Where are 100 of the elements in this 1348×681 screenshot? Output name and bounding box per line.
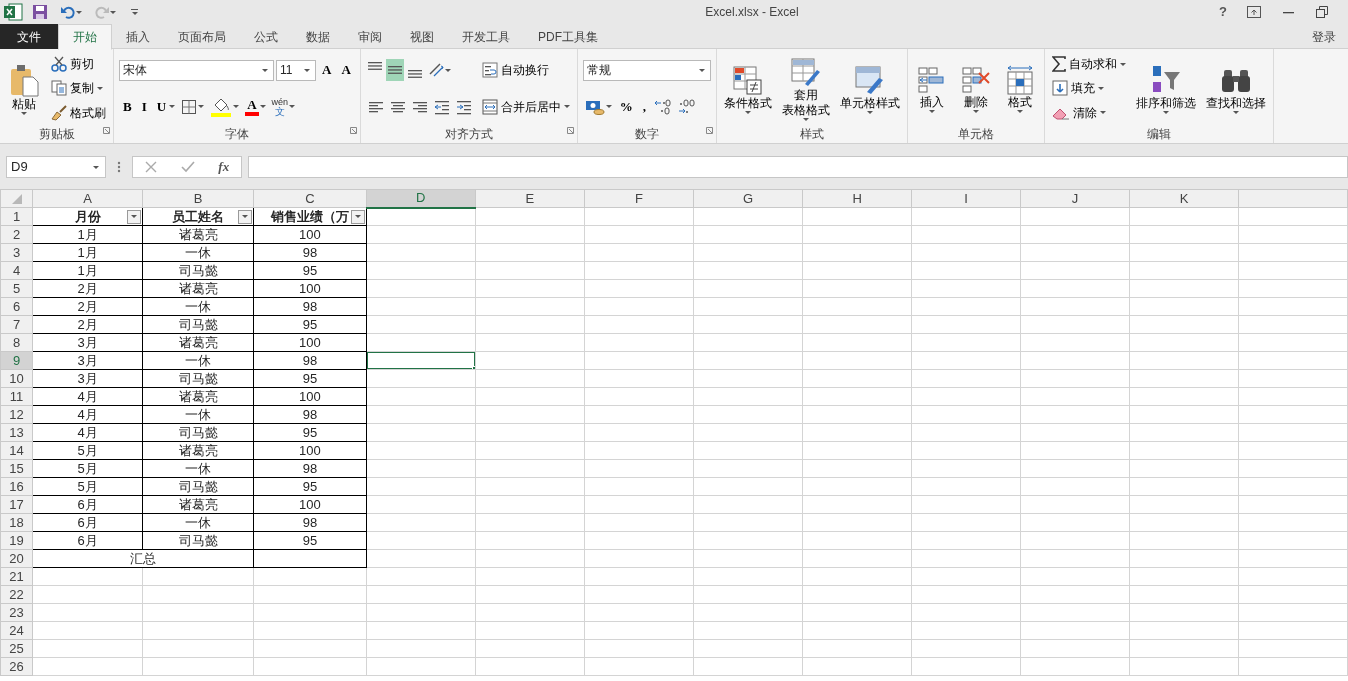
toolbar-button[interactable]: A <box>337 59 355 82</box>
ribbon-button[interactable]: 复制 <box>49 77 105 100</box>
ribbon-tab[interactable]: 公式 <box>240 24 292 49</box>
caret-icon <box>110 10 116 14</box>
table-cell: 2月 <box>32 297 143 316</box>
ribbon-button[interactable]: 自动求和 <box>1049 53 1128 76</box>
table-cell: 员工姓名 <box>172 208 225 225</box>
column-header[interactable]: E <box>475 189 585 208</box>
group-label: 数字 <box>634 127 659 141</box>
button-label: 套用 <box>793 88 818 103</box>
table-cell: 一休 <box>142 513 254 532</box>
filter-button[interactable] <box>238 209 253 224</box>
toolbar-button[interactable]: , <box>638 95 651 118</box>
align-top-icon <box>367 62 382 71</box>
sign-in-link[interactable]: 登录 <box>1300 24 1348 49</box>
column-header[interactable]: I <box>911 189 1021 208</box>
table-cell: 100 <box>253 225 367 244</box>
ribbon-tab[interactable]: 开发工具 <box>448 24 524 49</box>
delete-cells-icon <box>960 64 991 95</box>
customize-caret-icon[interactable] <box>131 9 138 15</box>
ribbon-tab[interactable]: 页面布局 <box>164 24 240 49</box>
cancel-icon <box>144 161 157 173</box>
insert-function-button[interactable]: fx <box>218 157 230 177</box>
ribbon-button[interactable]: 格式 <box>1000 62 1039 115</box>
table-cell: 5月 <box>32 477 143 496</box>
column-header[interactable]: D <box>366 189 476 208</box>
table-cell: 一休 <box>142 297 254 316</box>
cell-cursor[interactable] <box>367 352 475 369</box>
toolbar-button[interactable]: A <box>243 95 268 118</box>
table-cell: 诸葛亮 <box>142 333 254 352</box>
table-cell: 销售业绩（万 <box>270 208 349 225</box>
toolbar-button[interactable] <box>385 59 404 82</box>
ribbon-button[interactable]: 粘贴 <box>5 60 43 117</box>
column-header[interactable]: F <box>584 189 694 208</box>
ribbon-tab[interactable]: 审阅 <box>344 24 396 49</box>
combo-box[interactable]: 常规 <box>582 59 711 81</box>
filter-button[interactable] <box>127 209 142 224</box>
ribbon-button[interactable]: 自动换行 <box>479 59 551 82</box>
indent-decrease-icon <box>433 98 450 115</box>
toolbar-button[interactable]: B <box>119 95 136 118</box>
column-header[interactable]: K <box>1129 189 1239 208</box>
column-header[interactable]: H <box>802 189 912 208</box>
cell-style-icon <box>854 63 885 96</box>
formula-input[interactable] <box>248 156 1348 178</box>
phonetic-button[interactable]: wén 文 <box>269 95 298 118</box>
ribbon-button[interactable]: 查找和选择 <box>1203 61 1268 116</box>
ribbon-button[interactable]: 格式刷 <box>49 101 108 124</box>
combo-box[interactable]: 11 <box>276 59 316 81</box>
filter-button[interactable] <box>350 209 365 224</box>
table-cell: 司马懿 <box>142 477 254 496</box>
column-header[interactable]: A <box>32 189 143 208</box>
toolbar-button[interactable]: I <box>137 95 151 118</box>
ribbon-button[interactable]: 单元格样式 <box>837 61 902 116</box>
ribbon-tab[interactable]: 开始 <box>58 24 112 50</box>
ribbon-button[interactable]: 条件格式 <box>721 61 774 116</box>
ribbon-tab[interactable]: 视图 <box>396 24 448 49</box>
table-cell: 4月 <box>32 387 143 406</box>
group-label: 字体 <box>224 127 249 141</box>
table-cell: 诸葛亮 <box>142 225 254 244</box>
toolbar-button[interactable]: U <box>152 95 178 118</box>
ribbon-button[interactable]: 排序和筛选 <box>1133 61 1198 116</box>
column-header[interactable]: G <box>693 189 803 208</box>
column-header[interactable]: B <box>142 189 254 208</box>
column-header[interactable]: J <box>1020 189 1130 208</box>
group-label: 单元格 <box>957 127 994 141</box>
group-label: 样式 <box>799 127 824 141</box>
table-cell: 95 <box>253 531 367 550</box>
toolbar-button[interactable]: A <box>318 59 336 82</box>
orientation-icon <box>427 62 444 79</box>
ribbon-button[interactable]: 合并后居中 <box>479 95 572 118</box>
column-header[interactable]: C <box>253 189 367 208</box>
ribbon-button[interactable]: 填充 <box>1049 77 1106 100</box>
table-cell: 5月 <box>32 441 143 460</box>
help-button[interactable]: ? <box>1216 1 1230 23</box>
ribbon-button[interactable]: 清除 <box>1049 101 1108 124</box>
ribbon-tab[interactable]: 数据 <box>292 24 344 49</box>
borders-icon <box>181 98 198 115</box>
ribbon-button[interactable]: 插入 <box>912 62 951 115</box>
increase-decimal-icon <box>654 98 673 115</box>
table-cell: 4月 <box>32 423 143 442</box>
name-box[interactable]: D9 <box>6 156 106 178</box>
ribbon-tab[interactable]: 文件 <box>0 24 58 49</box>
caret-icon <box>698 68 705 72</box>
combo-box[interactable]: 宋体 <box>119 59 274 81</box>
ribbon-button[interactable]: 套用 表格格式 <box>779 54 832 123</box>
table-cell: 3月 <box>32 333 143 352</box>
table-cell: 2月 <box>32 279 143 298</box>
ribbon-tab[interactable]: PDF工具集 <box>524 24 612 49</box>
table-cell: 一休 <box>142 351 254 370</box>
table-cell: 100 <box>253 279 367 298</box>
ribbon-button[interactable]: 删除 <box>956 62 995 115</box>
table-cell: 98 <box>253 351 367 370</box>
table-cell: 司马懿 <box>142 369 254 388</box>
group-label: 剪贴板 <box>38 127 75 141</box>
caret-icon <box>262 68 268 72</box>
ribbon-button[interactable]: 剪切 <box>49 53 96 76</box>
ribbon-tab[interactable]: 插入 <box>112 24 164 49</box>
toolbar-button[interactable]: % <box>615 95 637 118</box>
paintbrush-icon <box>51 104 67 121</box>
window-title: Excel.xlsx - Excel <box>705 5 799 19</box>
